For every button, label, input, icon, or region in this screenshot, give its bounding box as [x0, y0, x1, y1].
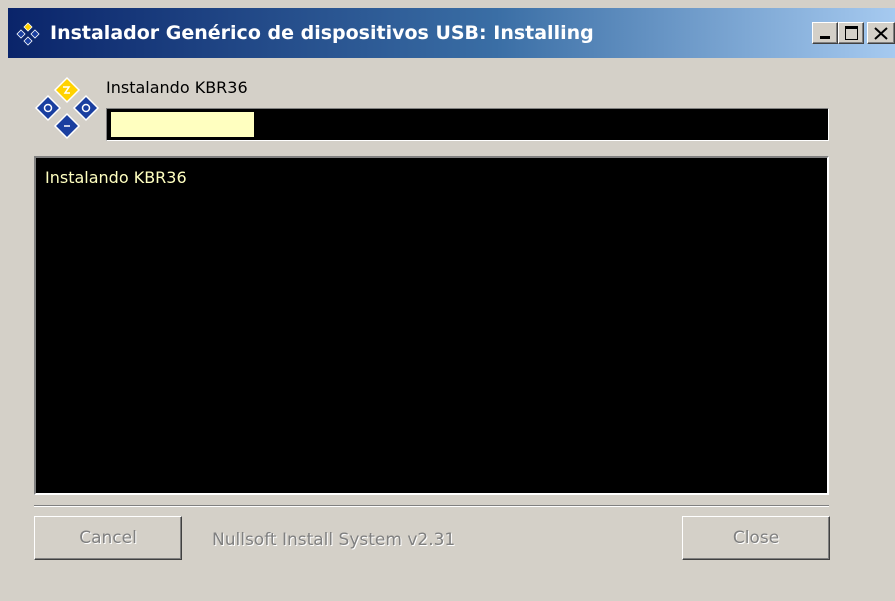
- title-bar[interactable]: Instalador Genérico de dispositivos USB:…: [8, 8, 895, 58]
- log-line: Instalando KBR36: [45, 168, 187, 187]
- window-title: Instalador Genérico de dispositivos USB:…: [50, 22, 594, 44]
- close-button[interactable]: Close: [682, 516, 830, 560]
- branding-text: Nullsoft Install System v2.31: [212, 530, 456, 550]
- progress-fill: [111, 112, 254, 137]
- install-log[interactable]: Instalando KBR36: [34, 156, 829, 495]
- cancel-button[interactable]: Cancel: [34, 516, 182, 560]
- progress-bar: [106, 108, 829, 141]
- installer-diamonds-icon: [16, 22, 40, 46]
- close-icon[interactable]: [867, 22, 895, 44]
- installer-window: Instalador Genérico de dispositivos USB:…: [0, 0, 895, 601]
- minimize-icon[interactable]: [812, 22, 838, 44]
- footer-separator: [34, 505, 829, 507]
- status-label: Instalando KBR36: [106, 78, 248, 97]
- installer-diamonds-icon: [34, 74, 100, 140]
- maximize-icon[interactable]: [838, 22, 864, 44]
